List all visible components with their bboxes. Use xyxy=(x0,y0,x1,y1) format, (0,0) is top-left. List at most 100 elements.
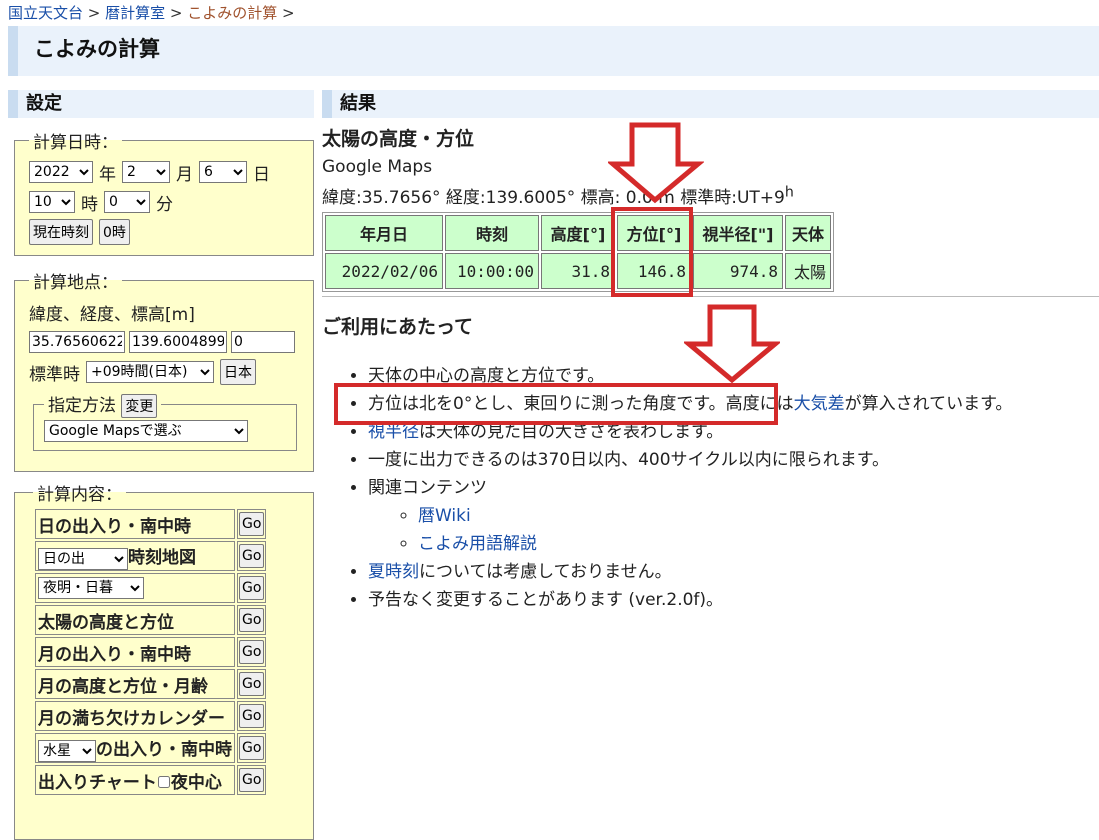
minute-select[interactable]: 0 xyxy=(104,191,150,213)
menu-moon-calendar: 月の満ち欠けカレンダー xyxy=(35,701,235,731)
cell-date: 2022/02/06 xyxy=(325,253,443,289)
timezone-select[interactable]: +09時間(日本) xyxy=(86,361,214,383)
results-table: 年月日 時刻 高度[°] 方位[°] 視半径["] 天体 2022/02/06 … xyxy=(322,212,834,292)
menu-row: 太陽の高度と方位 Go xyxy=(35,605,267,635)
go-button[interactable]: Go xyxy=(239,608,265,632)
go-button[interactable]: Go xyxy=(239,768,265,792)
method-legend: 指定方法 変更 xyxy=(44,391,161,418)
twilight-select[interactable]: 夜明・日暮 xyxy=(38,577,144,599)
glossary-link[interactable]: こよみ用語解説 xyxy=(418,534,537,554)
menu-row: 夜明・日暮 Go xyxy=(35,573,267,603)
note-item: 一度に出力できるのは370日以内、400サイクル以内に限られます。 xyxy=(368,446,1099,474)
coords-line: 緯度:35.7656° 経度:139.6005° 標高: 0.0 m 標準時:U… xyxy=(322,184,794,208)
zero-hour-button[interactable]: 0時 xyxy=(99,219,130,245)
menu-row: 水星の出入り・南中時 Go xyxy=(35,733,267,763)
refraction-link[interactable]: 大気差 xyxy=(794,394,845,414)
settings-heading: 設定 xyxy=(8,90,314,118)
col-semidiameter: 視半径["] xyxy=(693,215,783,251)
dst-link[interactable]: 夏時刻 xyxy=(368,562,419,582)
results-heading: 結果 xyxy=(322,90,1099,118)
results-panel: 太陽の高度・方位 Google Maps 緯度:35.7656° 経度:139.… xyxy=(322,124,1099,292)
menu-row: 日の出入り・南中時 Go xyxy=(35,509,267,539)
cell-time: 10:00:00 xyxy=(445,253,539,289)
col-time: 時刻 xyxy=(445,215,539,251)
menu-sunrise: 日の出入り・南中時 xyxy=(35,509,235,539)
title-bar: こよみの計算 xyxy=(8,26,1099,76)
coords-label: 緯度、経度、標高[m] xyxy=(29,304,195,325)
location-fieldset: 計算地点： 緯度、経度、標高[m] 標準時 +09時間(日本) 日本 指定方法 … xyxy=(14,268,314,472)
datetime-fieldset: 計算日時： 2022 年 2 月 6 日 10 時 0 分 現在時刻 0時 xyxy=(14,128,314,256)
go-button[interactable]: Go xyxy=(239,512,265,536)
datetime-legend: 計算日時： xyxy=(33,133,118,153)
note-item: 視半径は天体の見た目の大きさを表わします。 xyxy=(368,418,1099,446)
menu-twilight: 夜明・日暮 xyxy=(35,573,235,603)
usage-notes: 天体の中心の高度と方位です。 方位は北を0°とし、東回りに測った角度です。高度に… xyxy=(322,362,1099,614)
cell-altitude: 31.8 xyxy=(541,253,615,289)
hour-select[interactable]: 10 xyxy=(29,191,75,213)
note-item: 夏時刻については考慮しておりません。 xyxy=(368,558,1099,586)
content-fieldset: 計算内容： 日の出入り・南中時 Go 日の出時刻地図 Go 夜明・日暮 Go 太… xyxy=(14,480,314,840)
latitude-input[interactable] xyxy=(29,331,125,353)
longitude-input[interactable] xyxy=(129,331,227,353)
semidiameter-link[interactable]: 視半径 xyxy=(368,422,419,442)
note-item: 方位は北を0°とし、東回りに測った角度です。高度には大気差が算入されています。 xyxy=(368,390,1099,418)
breadcrumb-link-naoj[interactable]: 国立天文台 xyxy=(8,4,83,22)
japan-button[interactable]: 日本 xyxy=(220,359,256,385)
day-unit: 日 xyxy=(253,164,270,185)
related-item: 暦Wiki xyxy=(418,502,1099,530)
results-row: 2022/02/06 10:00:00 31.8 146.8 974.8 太陽 xyxy=(325,253,831,289)
month-select[interactable]: 2 xyxy=(122,161,170,183)
menu-row: 出入りチャート 夜中心 Go xyxy=(35,765,267,795)
content-legend: 計算内容： xyxy=(37,485,122,505)
note-item: 天体の中心の高度と方位です。 xyxy=(368,362,1099,390)
go-button[interactable]: Go xyxy=(239,544,265,568)
go-button[interactable]: Go xyxy=(239,672,265,696)
now-button[interactable]: 現在時刻 xyxy=(29,219,93,245)
go-button[interactable]: Go xyxy=(239,576,265,600)
night-center-checkbox[interactable] xyxy=(157,775,170,788)
go-button[interactable]: Go xyxy=(239,736,265,760)
google-maps-link[interactable]: Google Maps xyxy=(322,157,432,177)
menu-planet: 水星の出入り・南中時 xyxy=(35,733,235,763)
year-select[interactable]: 2022 xyxy=(29,161,93,183)
cell-azimuth: 146.8 xyxy=(617,253,691,289)
menu-row: 日の出時刻地図 Go xyxy=(35,541,267,571)
year-unit: 年 xyxy=(99,164,116,185)
cell-semidiameter: 974.8 xyxy=(693,253,783,289)
breadcrumb-separator: > xyxy=(83,4,106,22)
location-legend: 計算地点： xyxy=(33,273,118,293)
menu-row: 月の高度と方位・月齢 Go xyxy=(35,669,267,699)
method-select[interactable]: Google Mapsで選ぶ xyxy=(44,420,248,442)
minute-unit: 分 xyxy=(156,194,173,215)
calc-menu-table: 日の出入り・南中時 Go 日の出時刻地図 Go 夜明・日暮 Go 太陽の高度と方… xyxy=(33,507,268,797)
menu-map: 日の出時刻地図 xyxy=(35,541,235,571)
timezone-label: 標準時 xyxy=(29,364,80,385)
menu-moon-altitude: 月の高度と方位・月齢 xyxy=(35,669,235,699)
col-azimuth: 方位[°] xyxy=(617,215,691,251)
day-select[interactable]: 6 xyxy=(199,161,247,183)
col-date: 年月日 xyxy=(325,215,443,251)
menu-row: 月の出入り・南中時 Go xyxy=(35,637,267,667)
note-item: 関連コンテンツ 暦Wiki こよみ用語解説 xyxy=(368,474,1099,558)
note-item: 予告なく変更することがあります (ver.2.0f)。 xyxy=(368,586,1099,614)
breadcrumb-separator: > xyxy=(165,4,188,22)
change-button[interactable]: 変更 xyxy=(121,394,158,418)
menu-chart: 出入りチャート 夜中心 xyxy=(35,765,235,795)
event-select[interactable]: 日の出 xyxy=(38,547,128,570)
breadcrumb-link-calc-room[interactable]: 暦計算室 xyxy=(105,4,165,22)
go-button[interactable]: Go xyxy=(239,640,265,664)
hour-unit: 時 xyxy=(81,194,98,215)
page-title: こよみの計算 xyxy=(34,37,160,61)
koyomi-wiki-link[interactable]: 暦Wiki xyxy=(418,506,471,526)
method-fieldset: 指定方法 変更 Google Mapsで選ぶ xyxy=(33,391,297,451)
menu-row: 月の満ち欠けカレンダー Go xyxy=(35,701,267,731)
usage-heading: ご利用にあたって xyxy=(322,316,474,338)
breadcrumb: 国立天文台 > 暦計算室 > こよみの計算 > xyxy=(8,2,295,23)
planet-select[interactable]: 水星 xyxy=(38,739,96,762)
menu-moonrise: 月の出入り・南中時 xyxy=(35,637,235,667)
go-button[interactable]: Go xyxy=(239,704,265,728)
cell-body: 太陽 xyxy=(785,253,831,289)
breadcrumb-link-current[interactable]: こよみの計算 xyxy=(187,4,277,22)
section-divider xyxy=(322,296,1099,297)
altitude-input[interactable] xyxy=(231,331,295,353)
